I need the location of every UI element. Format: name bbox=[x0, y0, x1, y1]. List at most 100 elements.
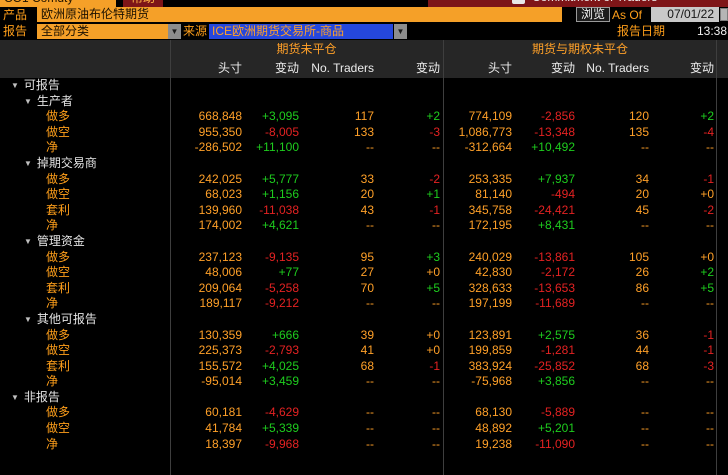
product-input[interactable]: 欧洲原油布伦特期货 bbox=[37, 7, 562, 22]
table-row[interactable]: 做空68,023+1,15620+181,140-49420+0 bbox=[0, 187, 717, 203]
row-label: 做多 bbox=[46, 109, 70, 123]
tree-collapse-icon[interactable]: ▼ bbox=[24, 237, 32, 246]
table-row[interactable]: 做多237,123-9,13595+3240,029-13,861105+0 bbox=[0, 250, 717, 266]
tree-collapse-icon[interactable]: ▼ bbox=[24, 97, 32, 106]
report-dropdown-arrow-icon[interactable]: ▼ bbox=[168, 24, 181, 39]
traders-change-cell: +0 bbox=[377, 328, 443, 344]
toolbar-row-product: 产品 欧洲原油布伦特期货 浏览 As Of 07/01/22 bbox=[0, 7, 728, 23]
tree-category-row[interactable]: ▼掉期交易商 bbox=[0, 156, 717, 172]
change-cell: -25,852 bbox=[515, 359, 578, 375]
security-ticker-field[interactable]: CO1 Comdty bbox=[0, 0, 116, 7]
traders-cell: 33 bbox=[302, 172, 377, 188]
traders-cell: 70 bbox=[302, 281, 377, 297]
traders-cell: 135 bbox=[578, 125, 652, 141]
table-row[interactable]: 做空225,373-2,79341+0199,859-1,28144-1 bbox=[0, 343, 717, 359]
traders-change-cell: -- bbox=[377, 218, 443, 234]
tree-category-row[interactable]: ▼非报告 bbox=[0, 390, 717, 406]
table-row[interactable]: 套利209,064-5,25870+5328,633-13,65386+5 bbox=[0, 281, 717, 297]
source-dropdown-arrow-icon[interactable]: ▼ bbox=[394, 24, 407, 39]
report-type-dropdown[interactable]: 全部分类 bbox=[37, 24, 168, 39]
table-row[interactable]: 净189,117-9,212----197,199-11,689---- bbox=[0, 296, 717, 312]
traders-cell: -- bbox=[578, 405, 652, 421]
traders-cell: 26 bbox=[578, 265, 652, 281]
table-row[interactable]: 做空48,006+7727+042,830-2,17226+2 bbox=[0, 265, 717, 281]
row-label: 套利 bbox=[46, 203, 70, 217]
change-cell: +11,100 bbox=[245, 140, 302, 156]
traders-cell: 41 bbox=[302, 343, 377, 359]
document-icon bbox=[512, 0, 525, 4]
table-row[interactable]: 做多668,848+3,095117+2774,109-2,856120+2 bbox=[0, 109, 717, 125]
as-of-label: As Of bbox=[612, 7, 642, 23]
table-row[interactable]: 做多242,025+5,77733-2253,335+7,93734-1 bbox=[0, 172, 717, 188]
row-label: 做多 bbox=[46, 405, 70, 419]
divider bbox=[170, 40, 171, 475]
source-dropdown[interactable]: ICE欧洲期货交易所-商品 bbox=[209, 24, 393, 39]
tree-category-row[interactable]: ▼ 其他可报告 bbox=[0, 312, 717, 328]
col-traders-change-futures: 变动 bbox=[377, 58, 443, 78]
traders-change-cell: +5 bbox=[652, 281, 717, 297]
traders-cell: -- bbox=[302, 421, 377, 437]
traders-cell: 43 bbox=[302, 203, 377, 219]
row-label: 其他可报告 bbox=[37, 312, 97, 326]
traders-cell: 86 bbox=[578, 281, 652, 297]
change-cell: -13,653 bbox=[515, 281, 578, 297]
col-position-options: 头寸 bbox=[443, 58, 515, 78]
change-cell: -24,421 bbox=[515, 203, 578, 219]
spacer bbox=[0, 58, 170, 78]
traders-cell: -- bbox=[578, 296, 652, 312]
table-row[interactable]: 套利139,960-11,03843-1345,758-24,42145-2 bbox=[0, 203, 717, 219]
traders-change-cell: +0 bbox=[377, 343, 443, 359]
toolbar-row-report: 报告 全部分类 ▼ 来源 ICE欧洲期货交易所-商品 ▼ 报告日期 13:38 bbox=[0, 23, 728, 40]
row-label: 套利 bbox=[46, 359, 70, 373]
tree-category-row[interactable]: ▼管理资金 bbox=[0, 234, 717, 250]
change-cell: -11,038 bbox=[245, 203, 302, 219]
table-row[interactable]: 做空41,784+5,339----48,892+5,201---- bbox=[0, 421, 717, 437]
row-label: 净 bbox=[46, 374, 58, 388]
table-row[interactable]: 套利155,572+4,02568-1383,924-25,85268-3 bbox=[0, 359, 717, 375]
tree-category-row[interactable]: ▼生产者 bbox=[0, 94, 717, 110]
table-row[interactable]: 做多130,359+66639+0123,891+2,57536-1 bbox=[0, 328, 717, 344]
position-cell: 955,350 bbox=[170, 125, 245, 141]
browse-button[interactable]: 浏览 bbox=[576, 7, 610, 22]
traders-cell: -- bbox=[302, 405, 377, 421]
change-cell: -13,861 bbox=[515, 250, 578, 266]
help-button[interactable]: 帮助 bbox=[123, 0, 163, 7]
row-label: 做空 bbox=[46, 421, 70, 435]
change-cell: -4,629 bbox=[245, 405, 302, 421]
traders-change-cell: +0 bbox=[652, 250, 717, 266]
table-row[interactable]: 做空955,350-8,005133-31,086,773-13,348135-… bbox=[0, 125, 717, 141]
tree-collapse-icon[interactable]: ▼ bbox=[11, 393, 19, 402]
position-cell: 174,002 bbox=[170, 218, 245, 234]
traders-change-cell: +1 bbox=[377, 187, 443, 203]
cot-report-screen: CO1 Comdty 帮助 Commitment of Traders 产品 欧… bbox=[0, 0, 728, 475]
row-label: 做空 bbox=[46, 125, 70, 139]
as-of-date-input[interactable]: 07/01/22 bbox=[651, 7, 719, 22]
table-row[interactable]: 做多60,181-4,629----68,130-5,889---- bbox=[0, 405, 717, 421]
traders-change-cell: +0 bbox=[377, 265, 443, 281]
table-row[interactable]: 净18,397-9,968----19,238-11,090---- bbox=[0, 437, 717, 453]
tree-collapse-icon[interactable]: ▼ bbox=[11, 81, 19, 90]
tree-collapse-icon[interactable]: ▼ bbox=[24, 159, 32, 168]
change-cell: +3,095 bbox=[245, 109, 302, 125]
position-cell: 18,397 bbox=[170, 437, 245, 453]
change-cell: -11,090 bbox=[515, 437, 578, 453]
traders-change-cell: -1 bbox=[652, 328, 717, 344]
tree-collapse-icon[interactable]: ▼ bbox=[24, 315, 32, 324]
position-cell: 345,758 bbox=[443, 203, 515, 219]
traders-cell: -- bbox=[578, 140, 652, 156]
change-cell: -8,005 bbox=[245, 125, 302, 141]
traders-change-cell: +2 bbox=[652, 265, 717, 281]
traders-change-cell: -- bbox=[652, 421, 717, 437]
position-cell: -312,664 bbox=[443, 140, 515, 156]
position-cell: 189,117 bbox=[170, 296, 245, 312]
col-change-options: 变动 bbox=[515, 58, 578, 78]
change-cell: -5,889 bbox=[515, 405, 578, 421]
table-row[interactable]: 净-286,502+11,100-----312,664+10,492---- bbox=[0, 140, 717, 156]
calendar-icon[interactable] bbox=[720, 8, 728, 21]
app-title-text: Commitment of Traders bbox=[532, 0, 657, 4]
table-row[interactable]: 净-95,014+3,459-----75,968+3,856---- bbox=[0, 374, 717, 390]
table-row[interactable]: 净174,002+4,621----172,195+8,431---- bbox=[0, 218, 717, 234]
position-cell: 197,199 bbox=[443, 296, 515, 312]
tree-category-row[interactable]: ▼ 可报告 bbox=[0, 78, 717, 94]
row-label: 可报告 bbox=[24, 78, 60, 92]
